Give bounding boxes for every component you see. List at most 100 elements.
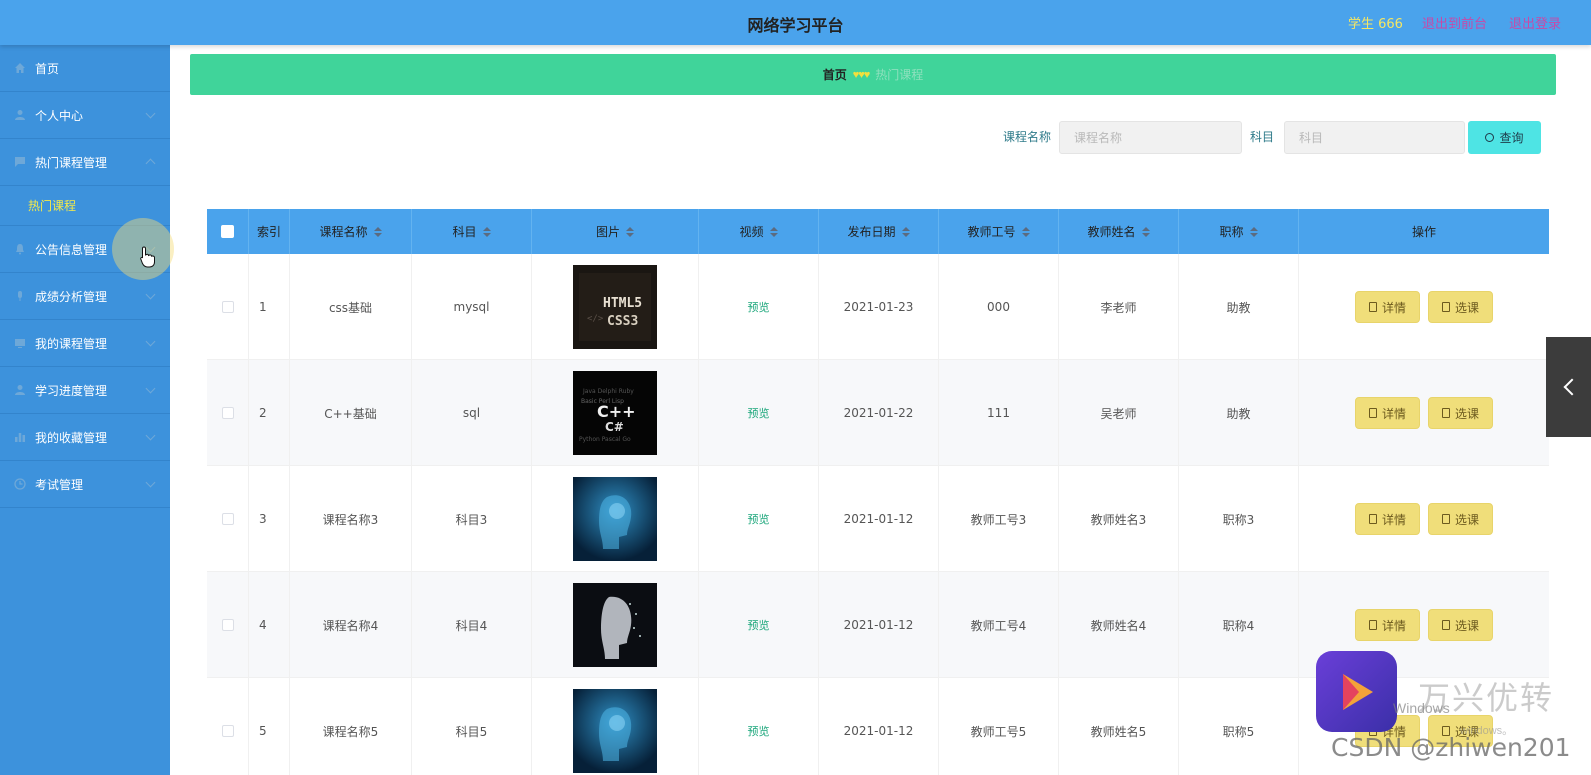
select-all-cell [207, 209, 249, 254]
sidebar-item-exams[interactable]: 考试管理 [0, 461, 170, 508]
hand-cursor-icon [140, 246, 155, 268]
side-panel-toggle[interactable] [1546, 337, 1591, 437]
sidebar-item-favorites[interactable]: 我的收藏管理 [0, 414, 170, 461]
svg-text:</>: </> [587, 314, 604, 324]
table-header: 索引 课程名称 科目 图片 视频 发布日期 教师工号 教师姓名 职称 操作 [207, 209, 1549, 254]
sort-icon[interactable] [1021, 226, 1030, 237]
detail-label: 详情 [1381, 512, 1406, 527]
col-date[interactable]: 发布日期 [819, 209, 939, 254]
date-cell: 2021-01-12 [819, 678, 939, 775]
top-header: 网络学习平台 学生 666 退出到前台 退出登录 [0, 0, 1591, 45]
detail-button[interactable]: 详情 [1355, 609, 1420, 641]
video-preview-link[interactable]: 预览 [748, 723, 770, 739]
enroll-label: 选课 [1454, 512, 1479, 527]
index-cell: 4 [249, 572, 290, 678]
detail-button[interactable]: 详情 [1355, 503, 1420, 535]
enroll-button[interactable]: 选课 [1428, 397, 1493, 429]
row-checkbox[interactable] [221, 407, 234, 419]
sidebar-item-label: 学习进度管理 [35, 383, 108, 398]
subject-cell: sql [412, 360, 532, 466]
video-preview-link[interactable]: 预览 [748, 511, 770, 527]
monitor-icon [14, 337, 26, 349]
query-button[interactable]: 查询 [1468, 121, 1541, 154]
sort-icon[interactable] [901, 226, 910, 237]
sidebar-item-label: 热门课程管理 [35, 155, 108, 170]
video-preview-link[interactable]: 预览 [748, 405, 770, 421]
image-cell: Java Delphi Ruby Basic Perl Lisp C++ C# … [532, 360, 699, 466]
ai-head-white-thumbnail[interactable] [573, 583, 657, 667]
enroll-button[interactable]: 选课 [1428, 291, 1493, 323]
teacher-id-cell: 教师工号5 [939, 678, 1059, 775]
video-cell: 预览 [699, 360, 819, 466]
detail-label: 详情 [1381, 300, 1406, 315]
sidebar-item-home[interactable]: 首页 [0, 45, 170, 92]
enroll-button[interactable]: 选课 [1428, 609, 1493, 641]
col-subject[interactable]: 科目 [412, 209, 532, 254]
row-select-cell [207, 678, 249, 775]
sort-icon[interactable] [769, 226, 778, 237]
col-image[interactable]: 图片 [532, 209, 699, 254]
sort-icon[interactable] [373, 226, 382, 237]
sidebar-item-my-courses[interactable]: 我的课程管理 [0, 320, 170, 367]
sort-icon[interactable] [1249, 226, 1258, 237]
chevron-down-icon [145, 477, 156, 488]
course-name-input[interactable] [1059, 121, 1242, 154]
title-cell: 职称5 [1179, 678, 1299, 775]
detail-button[interactable]: 详情 [1355, 291, 1420, 323]
col-label: 课程名称 [319, 225, 368, 239]
document-icon [1368, 408, 1377, 418]
document-icon [1441, 620, 1450, 630]
cpp-wordcloud-thumbnail[interactable]: Java Delphi Ruby Basic Perl Lisp C++ C# … [573, 371, 657, 455]
course-cell: css基础 [290, 254, 412, 360]
table-row: 2 C++基础 sql Java Delphi Ruby Basic Perl … [207, 360, 1549, 466]
subject-input[interactable] [1284, 121, 1465, 154]
video-cell: 预览 [699, 254, 819, 360]
row-select-cell [207, 254, 249, 360]
svg-text:C#: C# [605, 420, 624, 434]
sidebar-item-progress[interactable]: 学习进度管理 [0, 367, 170, 414]
row-checkbox[interactable] [221, 513, 234, 525]
col-teacher-name[interactable]: 教师姓名 [1059, 209, 1179, 254]
teacher-name-cell: 吴老师 [1059, 360, 1179, 466]
sidebar-item-profile[interactable]: 个人中心 [0, 92, 170, 139]
sidebar-item-hot-courses[interactable]: 热门课程管理 [0, 139, 170, 186]
select-all-checkbox[interactable] [221, 225, 234, 238]
enroll-button[interactable]: 选课 [1428, 503, 1493, 535]
sort-icon[interactable] [1141, 226, 1150, 237]
row-checkbox[interactable] [221, 619, 234, 631]
ai-head-blue-thumbnail[interactable] [573, 689, 657, 773]
sort-icon[interactable] [626, 226, 634, 237]
logout-link[interactable]: 退出登录 [1509, 13, 1561, 32]
sort-icon[interactable] [482, 226, 491, 237]
index-cell: 5 [249, 678, 290, 775]
back-to-front-link[interactable]: 退出到前台 [1422, 13, 1487, 32]
teacher-id-cell: 000 [939, 254, 1059, 360]
html5-css3-thumbnail[interactable]: HTML5 CSS3 </> [573, 265, 657, 349]
col-teacher-id[interactable]: 教师工号 [939, 209, 1059, 254]
col-video[interactable]: 视频 [699, 209, 819, 254]
video-preview-link[interactable]: 预览 [748, 299, 770, 315]
document-icon [1441, 408, 1450, 418]
breadcrumb: 首页 ♥♥♥ 热门课程 [190, 54, 1556, 95]
teacher-id-cell: 111 [939, 360, 1059, 466]
row-checkbox[interactable] [221, 301, 234, 313]
index-cell: 2 [249, 360, 290, 466]
actions-cell: 详情 选课 [1299, 466, 1549, 572]
breadcrumb-home[interactable]: 首页 [823, 66, 847, 83]
breadcrumb-current: 热门课程 [875, 68, 924, 82]
detail-button[interactable]: 详情 [1355, 397, 1420, 429]
teacher-name-cell: 教师姓名4 [1059, 572, 1179, 678]
bell-icon [14, 243, 26, 255]
col-course[interactable]: 课程名称 [290, 209, 412, 254]
row-checkbox[interactable] [221, 725, 234, 737]
index-cell: 1 [249, 254, 290, 360]
sidebar-item-grade-analysis[interactable]: 成绩分析管理 [0, 273, 170, 320]
index-cell: 3 [249, 466, 290, 572]
title-cell: 助教 [1179, 360, 1299, 466]
image-cell [532, 572, 699, 678]
video-preview-link[interactable]: 预览 [748, 617, 770, 633]
col-actions: 操作 [1299, 209, 1549, 254]
sidebar-item-label: 我的收藏管理 [35, 430, 108, 445]
col-title[interactable]: 职称 [1179, 209, 1299, 254]
ai-head-blue-thumbnail[interactable] [573, 477, 657, 561]
